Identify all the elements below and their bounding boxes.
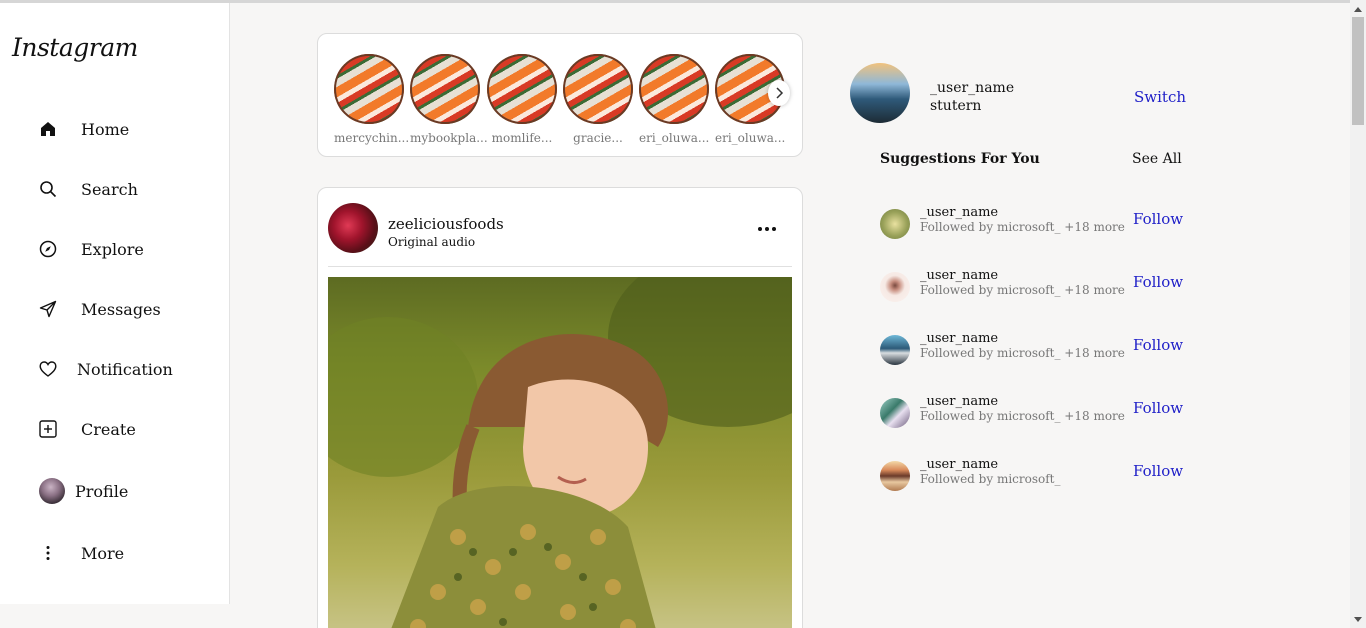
scroll-down-arrow-icon[interactable]: [1350, 612, 1366, 626]
current-user-username[interactable]: _user_name: [930, 80, 1014, 96]
suggestions-title: Suggestions For You: [880, 151, 1040, 167]
search-icon: [38, 179, 58, 199]
sidebar-item-label: Messages: [81, 299, 161, 319]
post-author-avatar[interactable]: [328, 203, 378, 253]
sidebar-item-explore[interactable]: Explore: [38, 234, 144, 264]
suggestion-username[interactable]: _user_name: [920, 457, 998, 472]
suggestion-avatar[interactable]: [880, 398, 910, 428]
sidebar-item-label: More: [81, 543, 125, 563]
suggestion-followed-by: Followed by microsoft_ +18 more: [920, 409, 1125, 423]
post-options-button[interactable]: [756, 218, 778, 237]
story-avatar: [410, 54, 480, 124]
story-username: momlife...: [491, 131, 553, 145]
suggestion-row: _user_name Followed by microsoft_ +18 mo…: [880, 331, 1183, 369]
sidebar-item-search[interactable]: Search: [38, 174, 138, 204]
feed-post: zeeliciousfoods Original audio: [317, 187, 803, 628]
compass-icon: [38, 239, 58, 259]
story-username: eri_oluwa...: [639, 131, 710, 145]
suggestion-username[interactable]: _user_name: [920, 205, 998, 220]
sidebar: Instagram Home Search Explore Messages N…: [0, 3, 230, 604]
story-item[interactable]: mybookpla...: [410, 54, 488, 145]
stories-tray: mercychin... mybookpla... momlife... gra…: [317, 33, 803, 157]
suggestion-followed-by: Followed by microsoft_ +18 more: [920, 283, 1125, 297]
current-user-name: stutern: [930, 98, 982, 114]
follow-button[interactable]: Follow: [1133, 273, 1183, 291]
sidebar-item-profile[interactable]: Profile: [39, 476, 128, 506]
sidebar-item-label: Search: [81, 179, 138, 199]
post-audio[interactable]: Original audio: [388, 235, 475, 249]
sidebar-item-notification[interactable]: Notification: [38, 354, 173, 384]
story-username: gracie...: [573, 131, 623, 145]
story-item[interactable]: momlife...: [487, 54, 557, 145]
sidebar-item-label: Home: [81, 119, 130, 139]
story-avatar: [563, 54, 633, 124]
instagram-logo[interactable]: Instagram: [12, 33, 138, 62]
switch-account-link[interactable]: Switch: [1134, 88, 1186, 106]
suggestion-row: _user_name Followed by microsoft_ +18 mo…: [880, 268, 1183, 306]
story-item[interactable]: eri_oluwa...: [639, 54, 709, 145]
more-vertical-icon: [38, 543, 58, 563]
story-item[interactable]: gracie...: [563, 54, 633, 145]
follow-button[interactable]: Follow: [1133, 210, 1183, 228]
see-all-link[interactable]: See All: [1132, 151, 1182, 167]
sidebar-item-messages[interactable]: Messages: [38, 294, 161, 324]
plus-square-icon: [38, 419, 58, 439]
follow-button[interactable]: Follow: [1133, 399, 1183, 417]
sidebar-item-label: Create: [81, 419, 136, 439]
chevron-right-icon: [776, 87, 784, 99]
story-username: eri_oluwa...: [715, 131, 786, 145]
suggestion-username[interactable]: _user_name: [920, 394, 998, 409]
more-horizontal-icon: [758, 227, 776, 231]
sidebar-item-create[interactable]: Create: [38, 414, 136, 444]
current-user-avatar[interactable]: [850, 63, 910, 123]
suggestion-followed-by: Followed by microsoft_: [920, 472, 1061, 486]
follow-button[interactable]: Follow: [1133, 462, 1183, 480]
sidebar-item-more[interactable]: More: [38, 538, 124, 568]
story-avatar: [487, 54, 557, 124]
post-image[interactable]: [328, 277, 792, 628]
scroll-up-arrow-icon[interactable]: [1350, 2, 1366, 16]
sidebar-item-home[interactable]: Home: [38, 114, 129, 144]
story-avatar: [334, 54, 404, 124]
heart-icon: [38, 359, 58, 379]
sidebar-item-label: Explore: [81, 239, 144, 259]
suggestion-row: _user_name Followed by microsoft_ Follow: [880, 457, 1183, 495]
scrollbar-thumb[interactable]: [1352, 17, 1364, 125]
suggestion-username[interactable]: _user_name: [920, 268, 998, 283]
sidebar-item-label: Notification: [77, 359, 173, 379]
suggestion-row: _user_name Followed by microsoft_ +18 mo…: [880, 205, 1183, 243]
story-username: mybookpla...: [410, 131, 488, 145]
story-username: mercychin...: [334, 131, 410, 145]
sidebar-item-label: Profile: [75, 481, 129, 501]
post-username[interactable]: zeeliciousfoods: [388, 215, 504, 233]
story-item[interactable]: mercychin...: [334, 54, 410, 145]
send-icon: [38, 299, 58, 319]
avatar: [39, 478, 65, 504]
home-icon: [38, 119, 58, 139]
suggestion-avatar[interactable]: [880, 272, 910, 302]
suggestion-row: _user_name Followed by microsoft_ +18 mo…: [880, 394, 1183, 432]
suggestion-avatar[interactable]: [880, 335, 910, 365]
page-scrollbar[interactable]: [1350, 0, 1366, 628]
story-avatar: [639, 54, 709, 124]
stories-next-button[interactable]: [768, 80, 790, 106]
suggestion-followed-by: Followed by microsoft_ +18 more: [920, 346, 1125, 360]
suggestion-username[interactable]: _user_name: [920, 331, 998, 346]
suggestion-followed-by: Followed by microsoft_ +18 more: [920, 220, 1125, 234]
follow-button[interactable]: Follow: [1133, 336, 1183, 354]
suggestion-avatar[interactable]: [880, 209, 910, 239]
suggestion-avatar[interactable]: [880, 461, 910, 491]
post-divider: [328, 266, 792, 267]
